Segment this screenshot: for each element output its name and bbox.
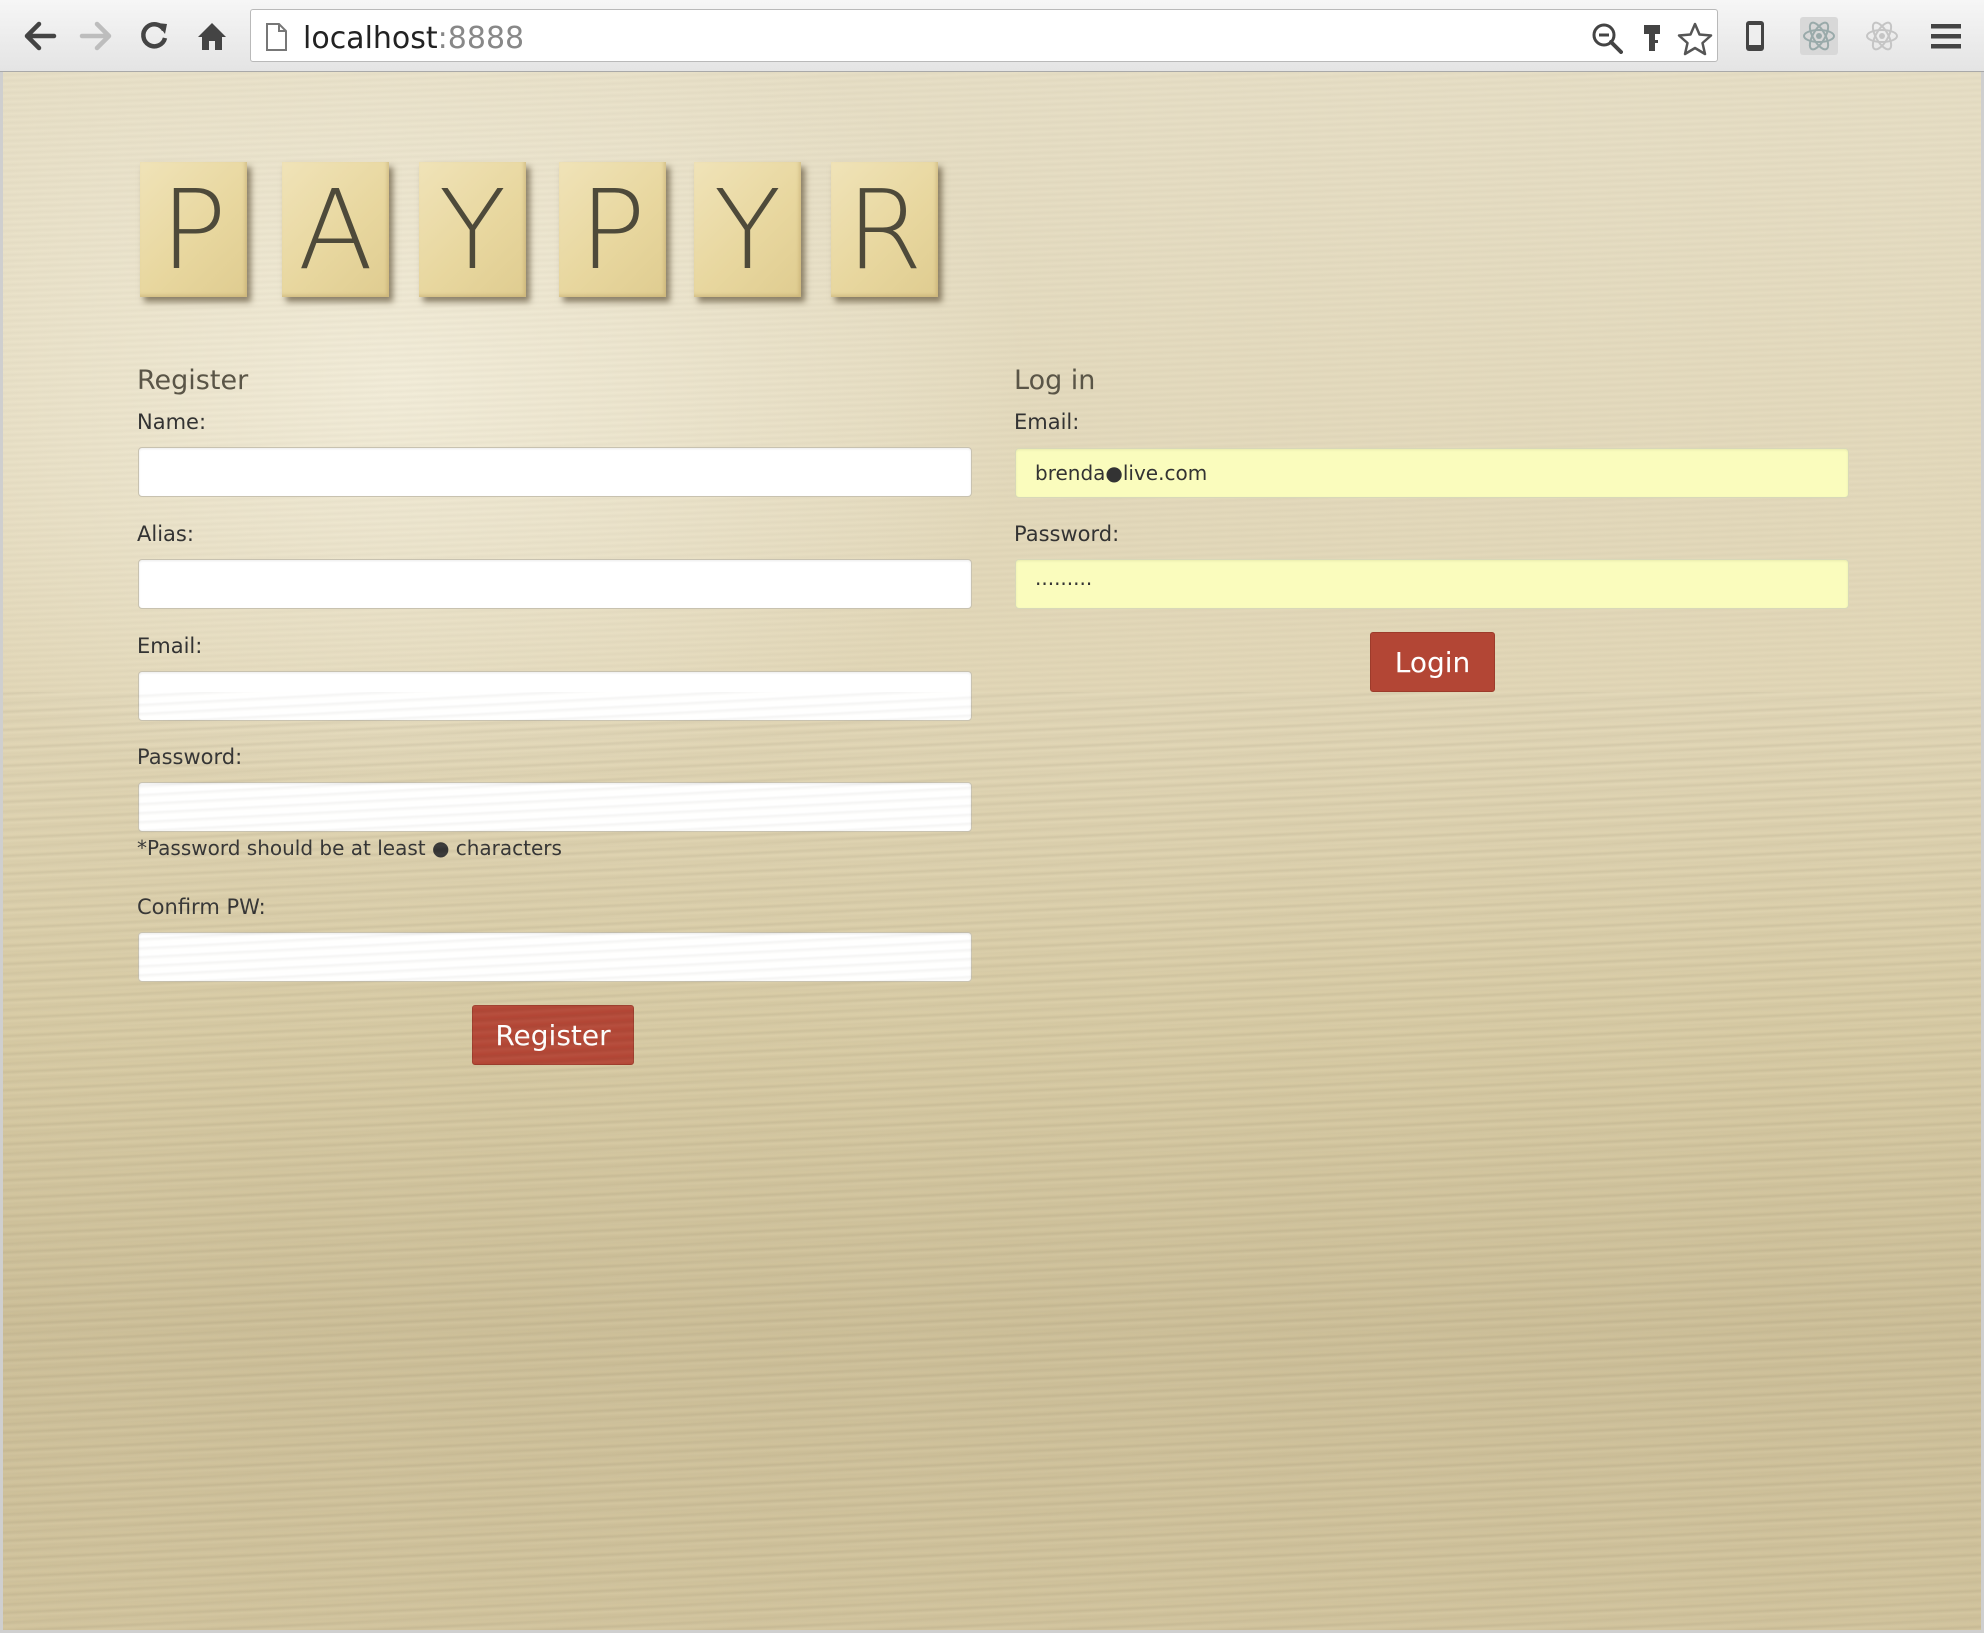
login-button[interactable]: Login: [1370, 632, 1495, 692]
login-password-input[interactable]: [1015, 559, 1849, 609]
star-icon[interactable]: [1677, 22, 1713, 56]
register-name-input[interactable]: [138, 447, 972, 497]
login-password-label: Password:: [1014, 522, 1120, 546]
browser-toolbar: localhost:8888: [0, 0, 1984, 72]
home-icon[interactable]: [190, 14, 234, 58]
password-label: Password:: [137, 745, 243, 769]
logo-tile: P: [140, 162, 247, 297]
confirm-password-label: Confirm PW:: [137, 895, 266, 919]
address-bar[interactable]: localhost:8888: [250, 9, 1718, 62]
url-text: localhost:8888: [303, 21, 525, 56]
back-icon[interactable]: [18, 14, 62, 58]
register-email-input[interactable]: [138, 671, 972, 721]
register-password-input[interactable]: [138, 782, 972, 832]
react-icon-inactive[interactable]: [1860, 14, 1904, 58]
login-email-label: Email:: [1014, 410, 1080, 434]
register-title: Register: [137, 365, 249, 396]
email-label: Email:: [137, 634, 203, 658]
logo-tile: R: [831, 162, 938, 297]
register-alias-input[interactable]: [138, 559, 972, 609]
page-icon: [265, 23, 287, 55]
react-devtools-icon[interactable]: [1797, 14, 1841, 58]
logo-tile: Y: [419, 162, 526, 297]
alias-label: Alias:: [137, 522, 194, 546]
register-button[interactable]: Register: [472, 1005, 634, 1065]
mobile-device-icon[interactable]: [1733, 14, 1777, 58]
name-label: Name:: [137, 410, 207, 434]
register-confirm-password-input[interactable]: [138, 932, 972, 982]
logo-tile: A: [282, 162, 389, 297]
password-hint: *Password should be at least ● character…: [137, 836, 562, 860]
logo-tile: P: [559, 162, 666, 297]
login-title: Log in: [1014, 365, 1096, 396]
reload-icon[interactable]: [132, 14, 176, 58]
forward-icon[interactable]: [74, 14, 118, 58]
zoom-out-icon[interactable]: [1591, 22, 1623, 54]
menu-icon[interactable]: [1924, 14, 1968, 58]
key-icon[interactable]: [1637, 22, 1669, 54]
logo-tile: Y: [694, 162, 801, 297]
login-email-input[interactable]: [1015, 448, 1849, 498]
page-viewport: P A Y P Y R Register Name: Alias: Email:…: [3, 72, 1981, 1630]
